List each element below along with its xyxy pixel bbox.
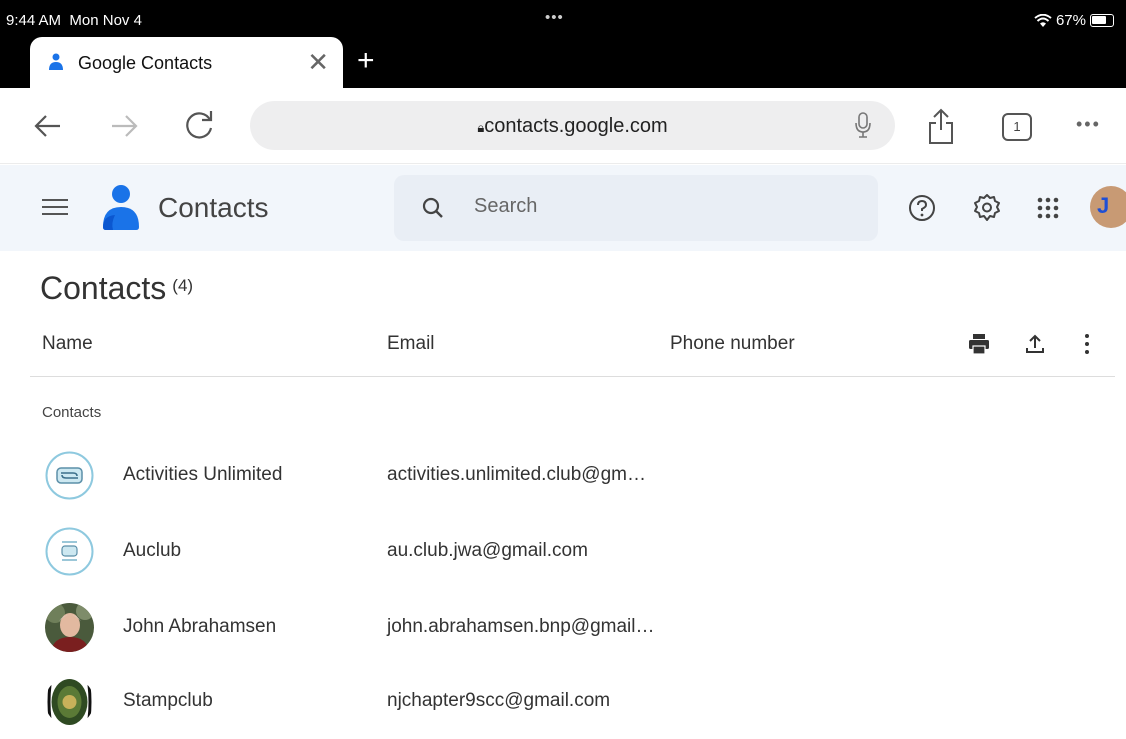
battery-icon <box>1090 14 1114 27</box>
contact-row[interactable]: Stampclub njchapter9scc@gmail.com <box>0 663 1126 739</box>
menu-icon[interactable] <box>42 199 68 220</box>
app-title: Contacts <box>158 192 269 223</box>
forward-icon[interactable] <box>108 110 140 142</box>
section-label: Contacts <box>42 404 102 421</box>
share-icon[interactable] <box>926 108 956 146</box>
contact-email: john.abrahamsen.bnp@gmail… <box>387 616 655 637</box>
status-date: Mon Nov 4 <box>69 12 142 29</box>
contact-avatar <box>45 677 94 726</box>
wifi-icon <box>1034 13 1052 27</box>
page-title-text: Contacts <box>40 270 167 306</box>
tab-strip: Google Contacts ✕ + <box>0 36 1126 88</box>
status-right: 67% <box>1034 12 1114 29</box>
contact-name: Stampclub <box>123 690 213 711</box>
contact-avatar <box>45 451 94 500</box>
help-icon[interactable] <box>908 194 936 222</box>
tab-title: Google Contacts <box>78 53 213 73</box>
avatar-initial: J <box>1097 193 1110 218</box>
multitasking-dots-icon[interactable]: ••• <box>545 9 564 26</box>
address-url: 🔒︎contacts.google.com <box>250 115 895 138</box>
print-icon[interactable] <box>967 332 991 356</box>
account-avatar[interactable]: J <box>1090 186 1126 228</box>
search-input[interactable] <box>474 195 854 218</box>
contact-email: au.club.jwa@gmail.com <box>387 540 588 561</box>
export-icon[interactable] <box>1024 333 1046 355</box>
contacts-favicon-icon <box>49 53 63 70</box>
contact-avatar <box>45 527 94 576</box>
contact-name: Auclub <box>123 540 182 561</box>
settings-icon[interactable] <box>972 193 1002 223</box>
contact-row[interactable]: Activities Unlimited activities.unlimite… <box>0 437 1126 513</box>
status-bar: 9:44 AM Mon Nov 4 ••• 67% <box>0 0 1126 36</box>
contact-row[interactable]: Auclub au.club.jwa@gmail.com <box>0 513 1126 589</box>
apps-icon[interactable] <box>1036 196 1060 220</box>
contacts-logo-icon <box>103 185 139 230</box>
contact-email: njchapter9scc@gmail.com <box>387 690 611 711</box>
search-icon[interactable] <box>422 197 444 219</box>
column-header-name[interactable]: Name <box>42 333 93 355</box>
search-box[interactable] <box>394 175 878 241</box>
contact-row[interactable]: John Abrahamsen john.abrahamsen.bnp@gmai… <box>0 589 1126 665</box>
mic-icon[interactable] <box>855 112 871 138</box>
reload-icon[interactable] <box>182 108 216 142</box>
battery-percent: 67% <box>1055 12 1086 29</box>
plus-icon[interactable]: + <box>357 44 375 78</box>
more-icon[interactable]: ••• <box>1076 114 1101 135</box>
url-text: contacts.google.com <box>484 115 668 137</box>
contacts-count: (4) <box>172 276 194 295</box>
tabs-icon[interactable]: 1 <box>1002 113 1032 141</box>
close-icon[interactable]: ✕ <box>307 47 329 78</box>
app-header: Contacts J <box>0 165 1126 251</box>
status-clock: 9:44 AM <box>6 12 62 29</box>
contact-avatar <box>45 603 94 652</box>
contact-email: activities.unlimited.club@gm… <box>387 464 646 485</box>
back-icon[interactable] <box>32 110 64 142</box>
status-time: 9:44 AM Mon Nov 4 <box>6 12 142 29</box>
more-vert-icon[interactable] <box>1083 333 1091 355</box>
column-header-email[interactable]: Email <box>387 333 435 355</box>
contact-name: Activities Unlimited <box>123 464 283 485</box>
browser-toolbar: 🔒︎contacts.google.com 1 ••• <box>0 88 1126 164</box>
header-divider <box>30 376 1115 377</box>
address-bar[interactable]: 🔒︎contacts.google.com <box>250 101 895 150</box>
page-title: Contacts (4) <box>40 270 193 307</box>
browser-tab[interactable]: Google Contacts ✕ <box>30 37 343 88</box>
column-header-phone[interactable]: Phone number <box>670 333 795 355</box>
contact-name: John Abrahamsen <box>123 616 277 637</box>
